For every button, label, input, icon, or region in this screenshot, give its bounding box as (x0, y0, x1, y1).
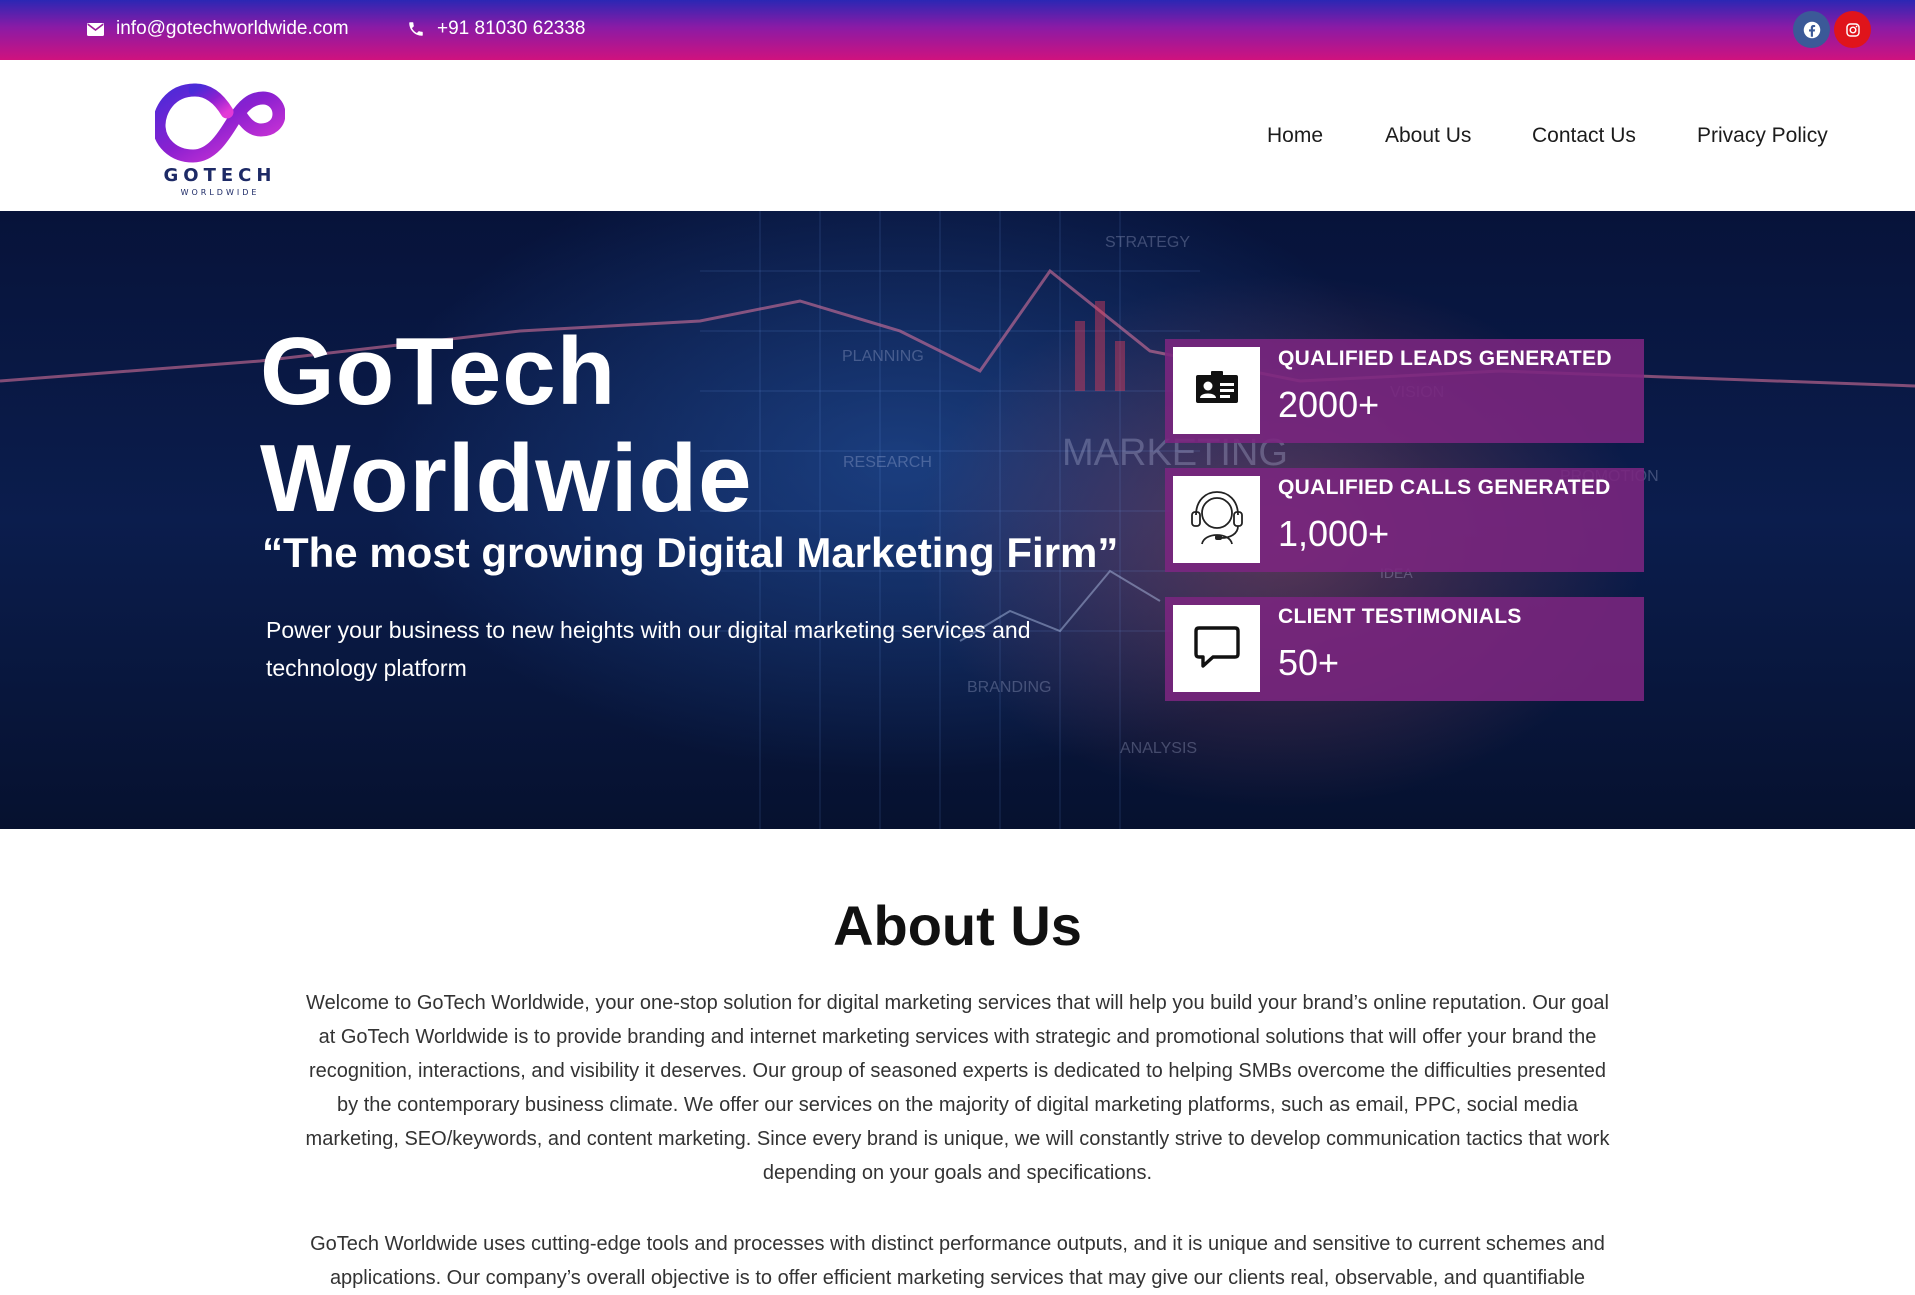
instagram-button[interactable] (1834, 11, 1871, 48)
bg-word-planning: PLANNING (842, 348, 924, 365)
stat-card-testimonials: CLIENT TESTIMONIALS 50+ (1165, 597, 1644, 701)
hero-title-line2: Worldwide (260, 425, 753, 532)
hero-title-line1: GoTech (260, 318, 617, 425)
id-card-icon (1195, 371, 1239, 410)
hero-description: Power your business to new heights with … (266, 617, 1031, 681)
logo[interactable]: GOTECH WORLDWIDE (155, 78, 285, 203)
about-paragraph-2: GoTech Worldwide uses cutting-edge tools… (310, 1233, 1605, 1289)
phone-contact[interactable]: +91 81030 62338 (407, 0, 585, 58)
bg-word-strategy: STRATEGY (1105, 234, 1190, 251)
stat-value: 50+ (1278, 642, 1340, 683)
top-contact-bar: info@gotechworldwide.com +91 81030 62338 (0, 0, 1915, 60)
email-link[interactable]: info@gotechworldwide.com (116, 18, 349, 40)
stat-card-leads: QUALIFIED LEADS GENERATED 2000+ (1165, 339, 1644, 443)
site-header: GOTECH WORLDWIDE Home About Us Contact U… (0, 60, 1915, 211)
logo-wordmark: GOTECH (163, 165, 277, 186)
chat-bubble-icon (1193, 622, 1241, 675)
hero-tagline: “The most growing Digital Marketing Firm… (262, 529, 1119, 576)
nav-privacy-policy[interactable]: Privacy Policy (1697, 124, 1828, 148)
hero-title: GoTech Worldwide (260, 318, 753, 532)
stat-label: QUALIFIED CALLS GENERATED (1278, 476, 1611, 499)
instagram-icon (1845, 22, 1861, 38)
about-paragraph-1: Welcome to GoTech Worldwide, your one-st… (305, 992, 1610, 1184)
bg-word-research: RESEARCH (843, 454, 932, 471)
stat-label: CLIENT TESTIMONIALS (1278, 605, 1522, 628)
hero-section: STRATEGY PLANNING RESEARCH MARKETING VIS… (0, 211, 1915, 829)
headset-icon (1188, 488, 1246, 551)
logo-subtext: WORLDWIDE (180, 188, 260, 197)
nav-home[interactable]: Home (1267, 124, 1323, 148)
phone-icon (407, 20, 425, 38)
facebook-icon (1803, 21, 1821, 39)
bg-word-analysis: ANALYSIS (1120, 740, 1197, 757)
email-contact[interactable]: info@gotechworldwide.com (87, 0, 349, 58)
stat-value: 1,000+ (1278, 513, 1390, 554)
stat-card-calls: QUALIFIED CALLS GENERATED 1,000+ (1165, 468, 1644, 572)
about-heading: About Us (833, 894, 1082, 957)
phone-number[interactable]: +91 81030 62338 (437, 18, 585, 40)
stat-icon-box (1173, 476, 1260, 563)
stat-value: 2000+ (1278, 384, 1380, 425)
nav-contact-us[interactable]: Contact Us (1532, 124, 1636, 148)
stat-label: QUALIFIED LEADS GENERATED (1278, 347, 1612, 370)
stat-icon-box (1173, 347, 1260, 434)
facebook-button[interactable] (1793, 11, 1830, 48)
envelope-icon (87, 22, 104, 36)
stat-icon-box (1173, 605, 1260, 692)
nav-about-us[interactable]: About Us (1385, 124, 1471, 148)
